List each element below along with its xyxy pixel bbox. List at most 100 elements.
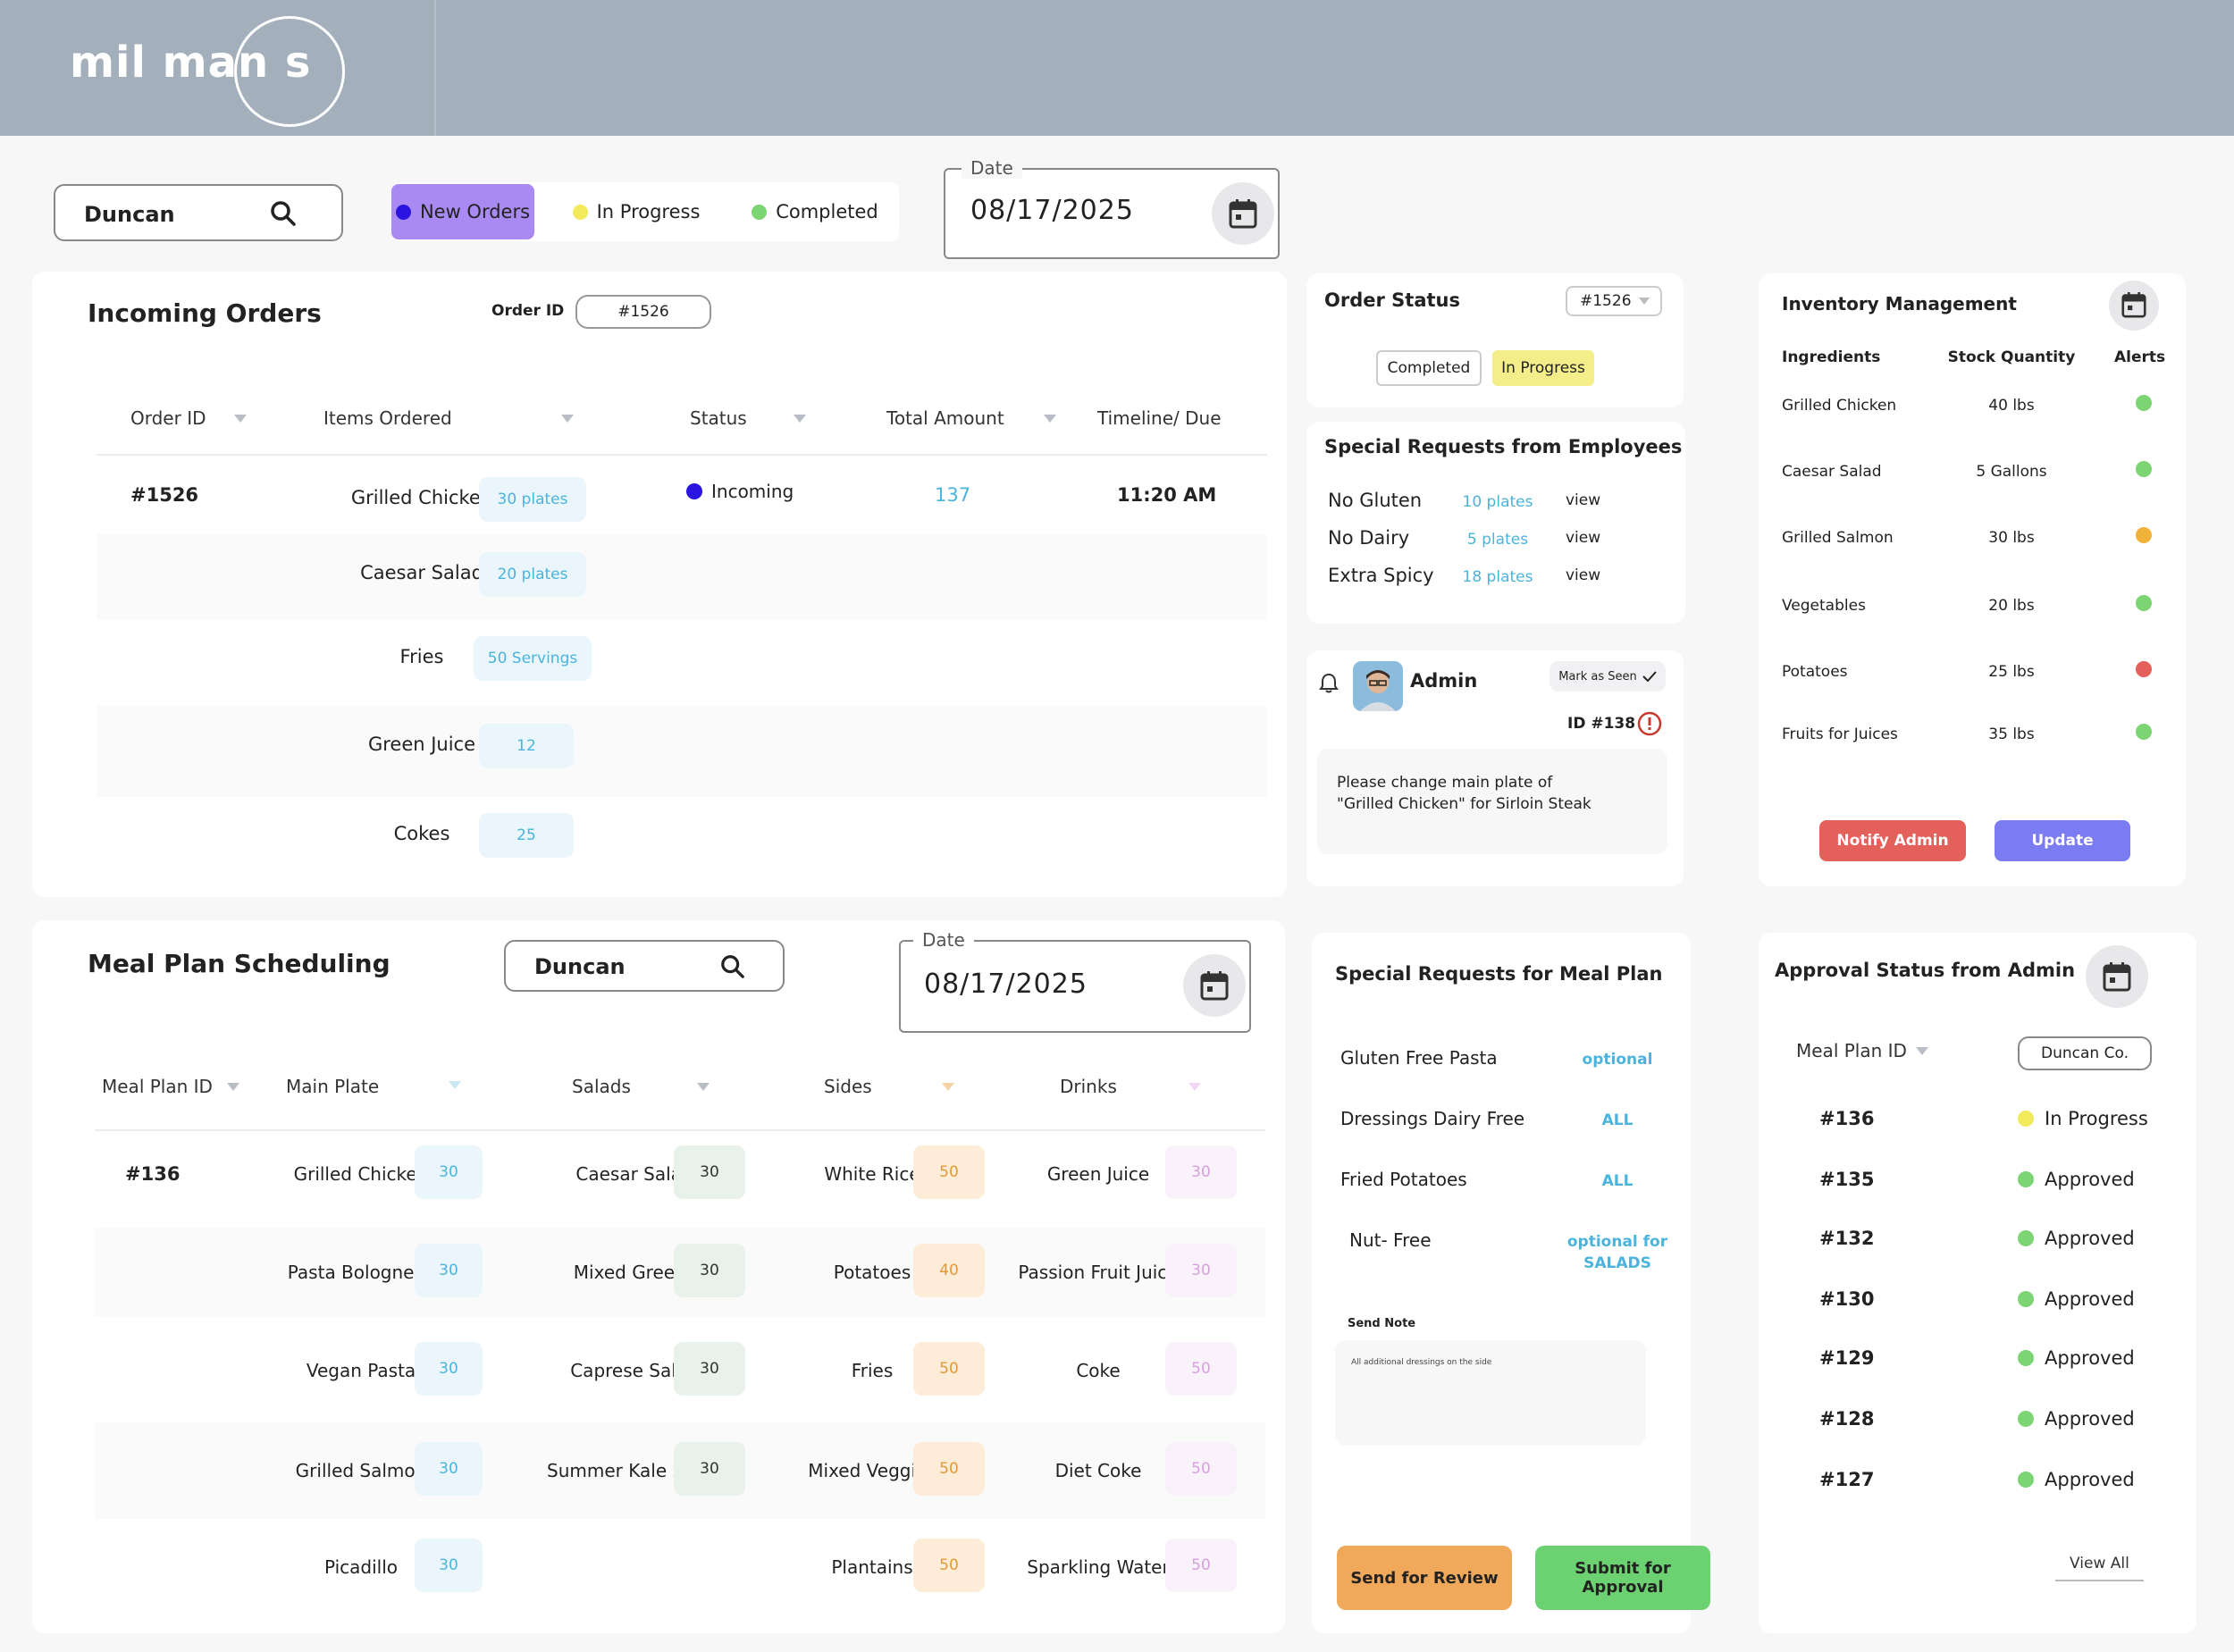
incoming-col-header: Order ID (130, 407, 206, 429)
status-dot (395, 204, 411, 220)
sort-icon[interactable] (697, 1083, 710, 1091)
approval-status: Approved (2018, 1408, 2135, 1430)
order-status-id: #1526 (1580, 292, 1632, 310)
bell-icon[interactable] (1319, 672, 1339, 693)
request-qty: 10 plates (1462, 493, 1533, 511)
in-progress-button[interactable]: In Progress (1492, 350, 1594, 386)
meal-request-value: ALL (1601, 1111, 1634, 1129)
sort-icon[interactable] (234, 415, 247, 423)
incoming-col-header: Timeline/ Due (1097, 407, 1222, 429)
approval-status: Approved (2018, 1288, 2135, 1310)
top-header: mil man s (0, 0, 2234, 136)
filter-new-orders-button[interactable]: New Orders (391, 184, 534, 239)
approval-id: #128 (1819, 1408, 1875, 1430)
sort-icon[interactable] (1188, 1083, 1201, 1091)
meal-main-qty: 30 (415, 1244, 483, 1297)
meal-header-separator (95, 1129, 1265, 1131)
meal-search-box[interactable]: Duncan (504, 940, 785, 992)
order-id-label: Order ID (491, 302, 565, 320)
meal-salad-qty: 30 (674, 1244, 745, 1297)
alert-indicator (2136, 527, 2152, 543)
meal-search-input[interactable]: Duncan (534, 954, 626, 979)
employee-requests-title: Special Requests from Employees (1324, 436, 1683, 457)
inventory-title: Inventory Management (1782, 293, 2017, 314)
ingredient-name: Grilled Chicken (1782, 397, 1897, 415)
mark-as-seen-button[interactable]: Mark as Seen (1550, 661, 1666, 692)
header-separator (97, 454, 1267, 456)
meal-drink-qty: 30 (1165, 1244, 1237, 1297)
stock-qty: 40 lbs (1988, 397, 2035, 415)
filter-in-progress-button[interactable]: In Progress (558, 184, 715, 239)
meal-plan-id-cell: #136 (125, 1163, 181, 1185)
search-box[interactable]: Duncan (54, 184, 343, 241)
sort-icon[interactable] (449, 1081, 461, 1089)
submit-for-approval-button[interactable]: Submit for Approval (1535, 1546, 1710, 1610)
meal-main-qty: 30 (415, 1442, 483, 1496)
meal-request-name: Nut- Free (1349, 1229, 1432, 1251)
meal-request-value: ALL (1601, 1172, 1634, 1190)
calendar-icon[interactable] (1212, 182, 1274, 245)
request-name: No Dairy (1328, 527, 1410, 549)
search-icon[interactable] (720, 954, 745, 979)
view-link[interactable]: view (1566, 529, 1600, 547)
incoming-dot (686, 483, 702, 499)
date-field[interactable]: Date 08/17/2025 (944, 157, 1280, 259)
meal-plan-title: Meal Plan Scheduling (88, 949, 391, 978)
status-dot (2018, 1171, 2034, 1187)
date-value[interactable]: 08/17/2025 (970, 195, 1134, 226)
order-due-cell: 11:20 AM (1117, 484, 1217, 506)
sort-icon[interactable] (942, 1083, 954, 1091)
alert-indicator (2136, 595, 2152, 611)
order-id-input[interactable]: #1526 (575, 295, 711, 329)
approval-status: Approved (2018, 1347, 2135, 1369)
status-dot (2018, 1472, 2034, 1488)
sort-icon[interactable] (1916, 1047, 1928, 1055)
approval-id: #130 (1819, 1288, 1875, 1310)
status-dot (2018, 1230, 2034, 1246)
employee-requests-panel: Special Requests from Employees No Glute… (1306, 422, 1685, 624)
approval-status-text: Approved (2045, 1408, 2135, 1430)
send-note-label: Send Note (1348, 1317, 1416, 1330)
update-button[interactable]: Update (1995, 820, 2130, 861)
order-status-title: Order Status (1324, 289, 1460, 311)
sort-icon[interactable] (1044, 415, 1056, 423)
order-status-cell: Incoming (686, 481, 794, 502)
sort-icon[interactable] (561, 415, 574, 423)
search-input[interactable]: Duncan (84, 202, 175, 227)
meal-main-qty: 30 (415, 1342, 483, 1396)
status-dot (2018, 1350, 2034, 1366)
item-qty-chip: 25 (479, 813, 574, 858)
view-link[interactable]: view (1566, 491, 1600, 509)
order-status-id-select[interactable]: #1526 (1566, 286, 1662, 316)
search-icon[interactable] (270, 200, 297, 227)
notify-admin-button[interactable]: Notify Admin (1819, 820, 1966, 861)
send-for-review-button[interactable]: Send for Review (1337, 1546, 1512, 1610)
calendar-icon[interactable] (1183, 954, 1246, 1017)
request-qty: 18 plates (1462, 568, 1533, 586)
completed-button[interactable]: Completed (1376, 350, 1482, 386)
meal-date-field[interactable]: Date 08/17/2025 (899, 929, 1251, 1033)
meal-salad-qty: 30 (674, 1442, 745, 1496)
ingredient-name: Vegetables (1782, 597, 1866, 615)
meal-main-qty: 30 (415, 1145, 483, 1199)
message-id: ID #138 (1567, 715, 1636, 733)
approval-status-text: Approved (2045, 1228, 2135, 1249)
filter-completed-button[interactable]: Completed (735, 184, 895, 239)
meal-drink-qty: 30 (1165, 1145, 1237, 1199)
meal-drink-name: Diet Coke (1054, 1459, 1142, 1481)
calendar-icon[interactable] (2109, 281, 2159, 331)
meal-date-value[interactable]: 08/17/2025 (924, 969, 1088, 1000)
meal-plan-panel: Meal Plan Scheduling Duncan Date 08/17/2… (32, 920, 1285, 1633)
approval-id: #127 (1819, 1469, 1875, 1490)
admin-name: Admin (1410, 670, 1478, 692)
view-link[interactable]: view (1566, 566, 1600, 584)
sort-icon[interactable] (794, 415, 806, 423)
send-note-text[interactable]: All additional dressings on the side (1351, 1358, 1491, 1367)
send-note-textarea[interactable]: All additional dressings on the side (1335, 1340, 1646, 1446)
client-select[interactable]: Duncan Co. (2018, 1036, 2152, 1070)
view-all-link[interactable]: View All (2055, 1555, 2144, 1581)
inventory-col-header: Ingredients (1782, 348, 1881, 366)
salads-header: Salads (572, 1076, 631, 1097)
calendar-icon[interactable] (2086, 945, 2148, 1008)
sort-icon[interactable] (227, 1083, 239, 1091)
